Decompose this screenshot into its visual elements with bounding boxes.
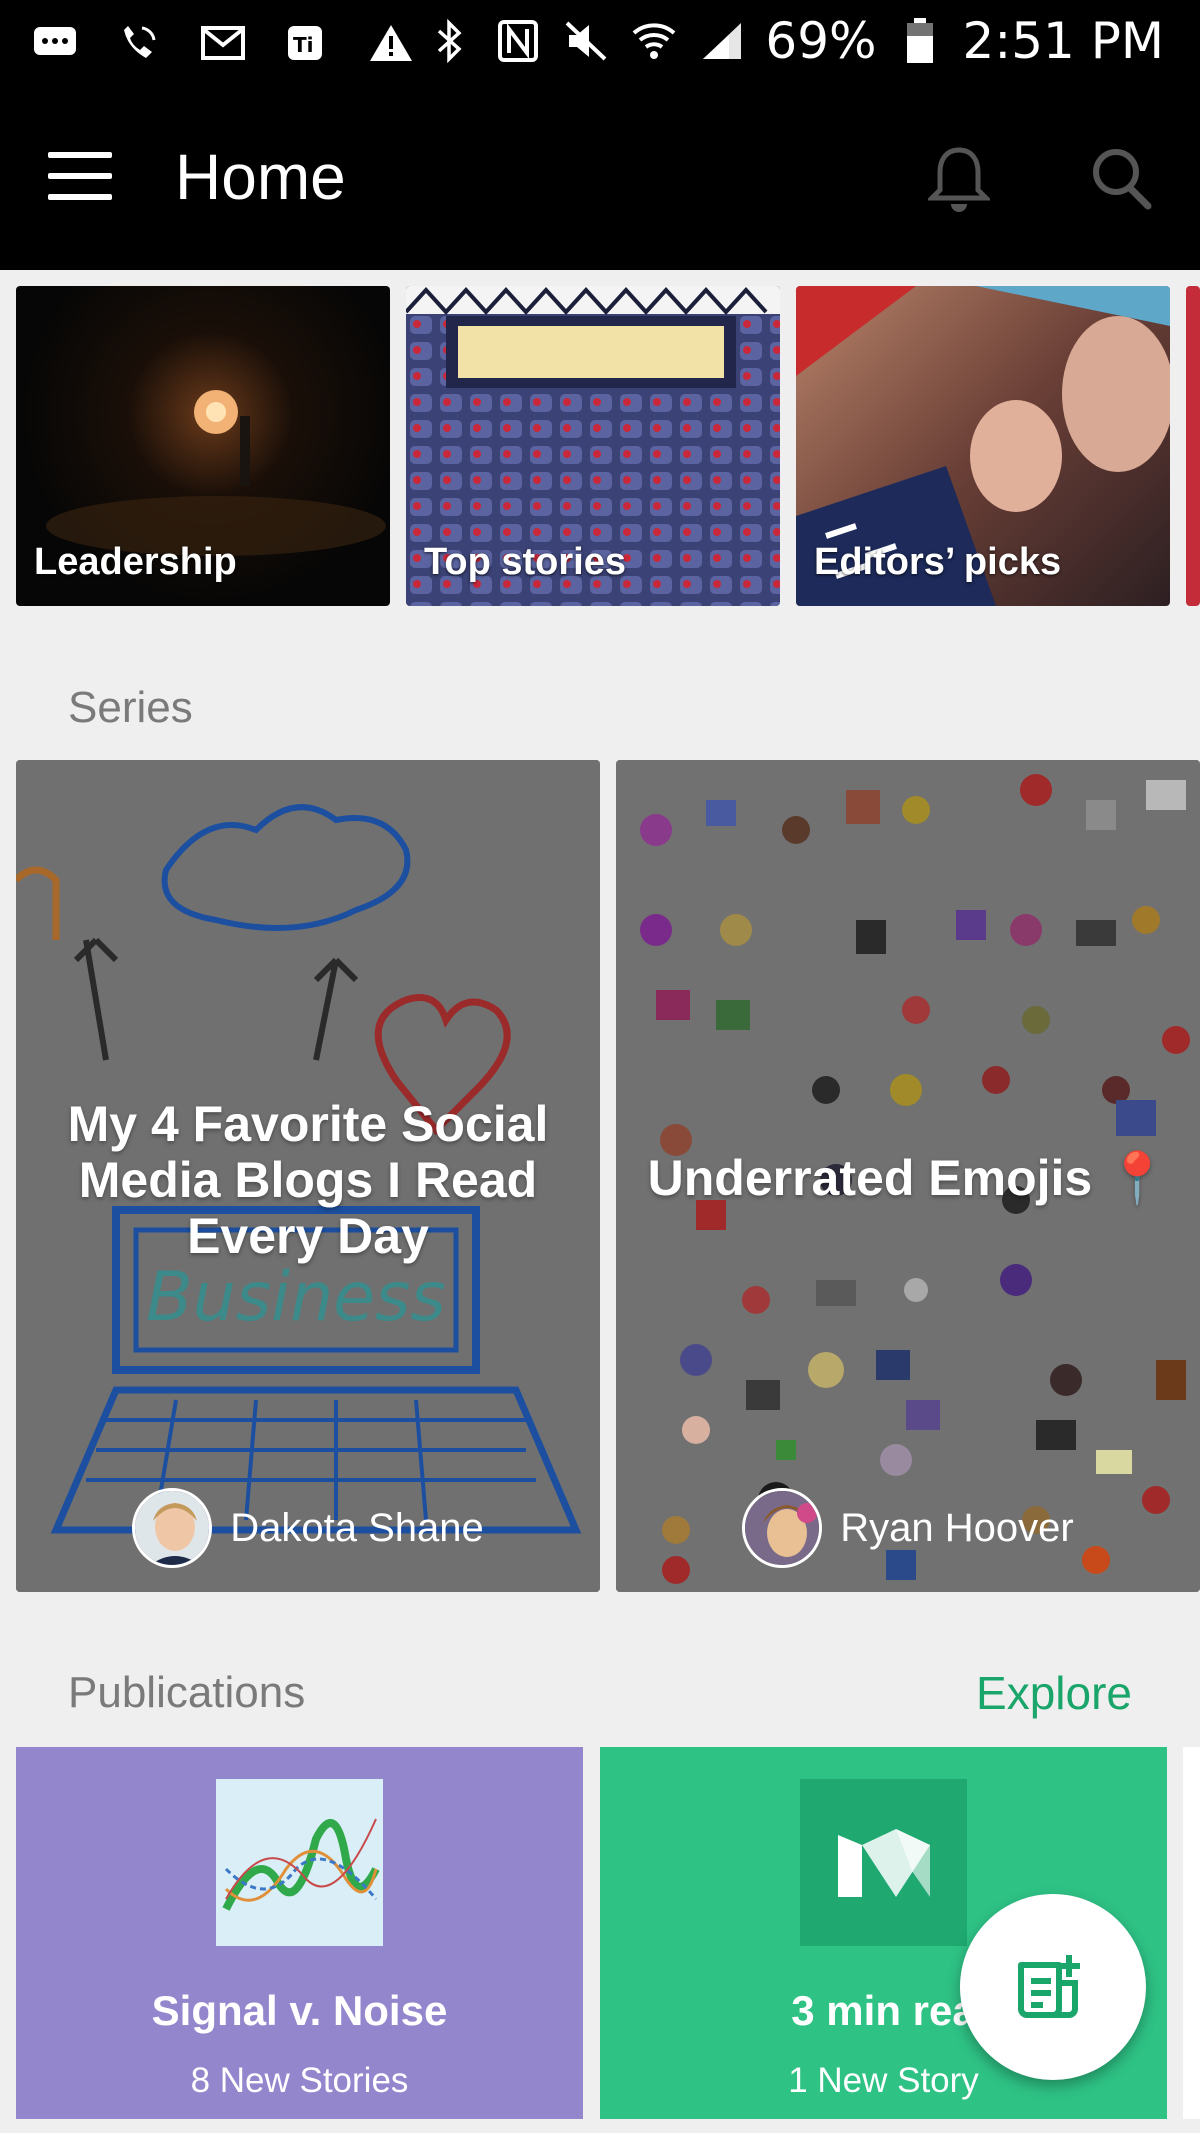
publication-logo [216,1779,383,1946]
battery-percent: 69% [765,12,877,70]
series-card-underrated-emojis[interactable]: Underrated Emojis 📍 Ryan Hoover [616,760,1200,1592]
author-name: Dakota Shane [230,1505,484,1550]
system-icons: 69% 2:51 PM [425,12,1164,70]
svg-text:Business: Business [146,1258,446,1337]
notification-icons: Ti [30,18,416,68]
publication-logo [800,1779,967,1946]
page-title: Home [175,141,346,213]
status-bar: Ti 69% 2:51 PM [0,0,1200,88]
publication-card-signal-v-noise[interactable]: Signal v. Noise 8 New Stories [16,1747,583,2119]
news-app-icon: Ti [282,18,332,68]
topic-carousel[interactable]: Leadership Top stories Editors’ picks [16,286,1200,606]
series-card-social-media-blogs[interactable]: Business My 4 Favorite Social Media Blog… [16,760,600,1592]
topic-card-next[interactable] [1186,286,1200,606]
topic-label: Leadership [34,541,237,583]
publication-new-count: 8 New Stories [190,2061,409,2100]
publication-card-next[interactable] [1183,1747,1200,2119]
wifi-call-icon [114,18,164,68]
search-icon[interactable] [1090,146,1152,212]
clock: 2:51 PM [962,12,1164,70]
explore-link[interactable]: Explore [976,1666,1132,1720]
series-title: My 4 Favorite Social Media Blogs I Read … [67,1096,549,1264]
topic-card-top-stories[interactable]: Top stories [406,286,780,606]
battery-icon [895,16,945,66]
topic-label: Editors’ picks [814,541,1062,583]
series-title: Underrated Emojis 📍 [647,1150,1169,1206]
write-story-button[interactable] [960,1894,1146,2080]
nfc-icon [493,16,543,66]
warning-icon [366,18,416,68]
svg-text:Ti: Ti [293,33,314,57]
notifications-bell-icon[interactable] [925,144,993,216]
topic-card-editors-picks[interactable]: Editors’ picks [796,286,1170,606]
new-story-icon [1018,1955,1080,2018]
avatar [132,1488,213,1568]
author-name: Ryan Hoover [840,1505,1074,1550]
mute-icon [561,16,611,66]
bluetooth-icon [425,16,475,66]
wifi-icon [629,16,679,66]
avatar [742,1488,823,1568]
series-author: Ryan Hoover [616,1488,1200,1568]
email-icon [198,18,248,68]
signal-icon [697,16,747,66]
sms-icon [30,18,80,68]
publication-name: Signal v. Noise [151,1987,448,2034]
menu-icon[interactable] [48,152,112,204]
topic-card-leadership[interactable]: Leadership [16,286,390,606]
series-section-title: Series [68,683,193,732]
series-author: Dakota Shane [16,1488,600,1568]
publications-section-title: Publications [68,1668,306,1717]
app-bar: Home [0,88,1200,270]
topic-label: Top stories [424,541,626,583]
